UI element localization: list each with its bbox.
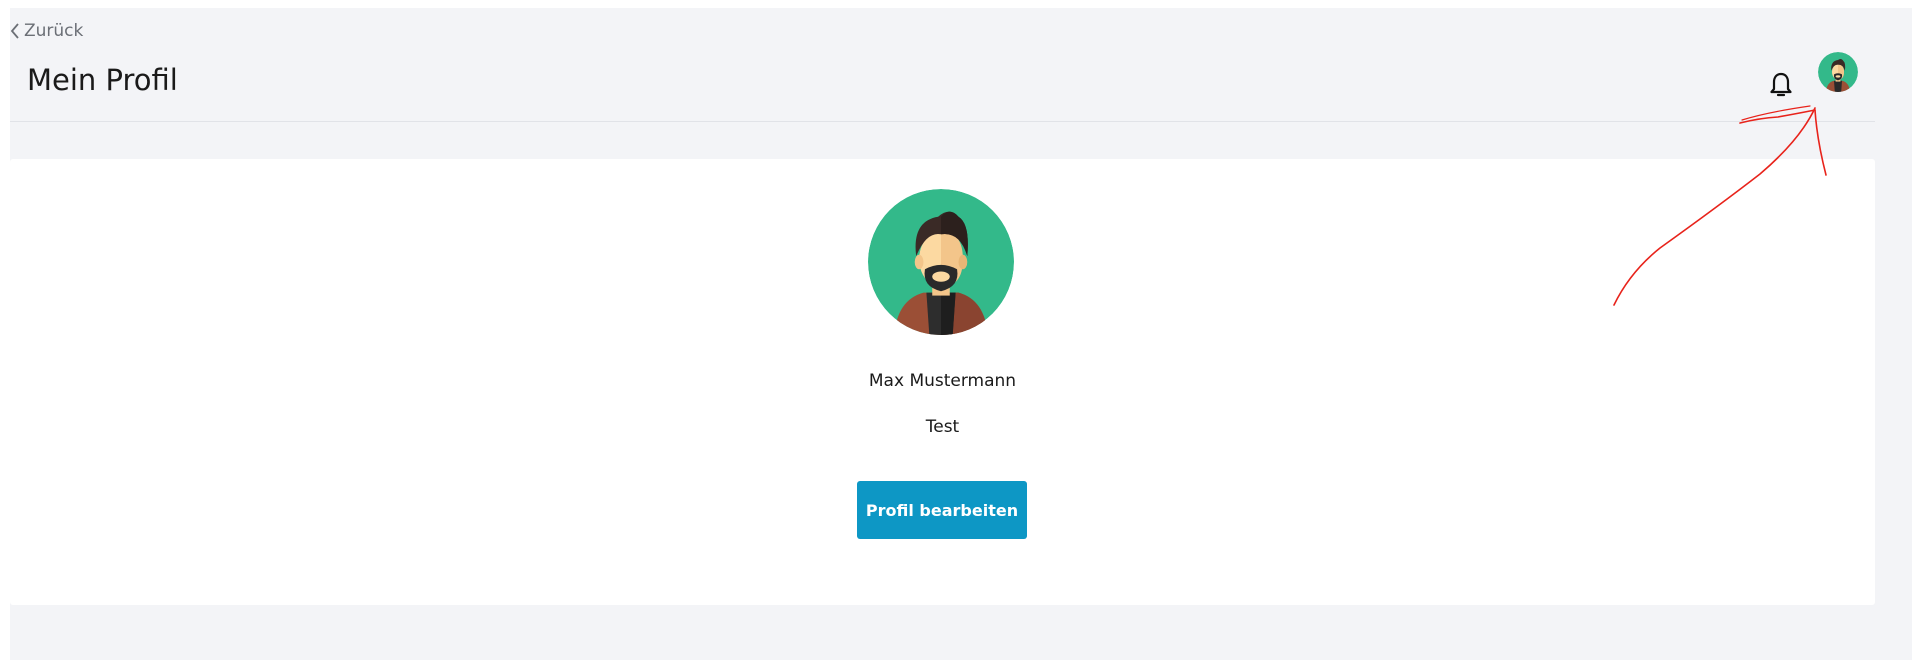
back-link[interactable]: Zurück [10,20,83,42]
profile-card: Max Mustermann Test Profil bearbeiten [10,159,1875,605]
bell-icon [1770,72,1792,97]
user-menu-avatar[interactable] [1818,52,1858,92]
header-divider [10,121,1875,122]
page-title: Mein Profil [27,63,178,97]
back-link-label: Zurück [24,21,84,41]
avatar-icon [868,189,1014,335]
profile-avatar [868,189,1014,335]
avatar-icon [1818,52,1858,92]
app-window: Zurück Mein Profil Max Mustermann Test P… [10,8,1912,660]
edit-profile-button[interactable]: Profil bearbeiten [857,481,1027,539]
profile-subtitle: Test [925,417,960,437]
profile-name: Max Mustermann [868,371,1017,391]
chevron-left-icon [10,23,19,39]
notification-button[interactable] [1768,70,1794,100]
